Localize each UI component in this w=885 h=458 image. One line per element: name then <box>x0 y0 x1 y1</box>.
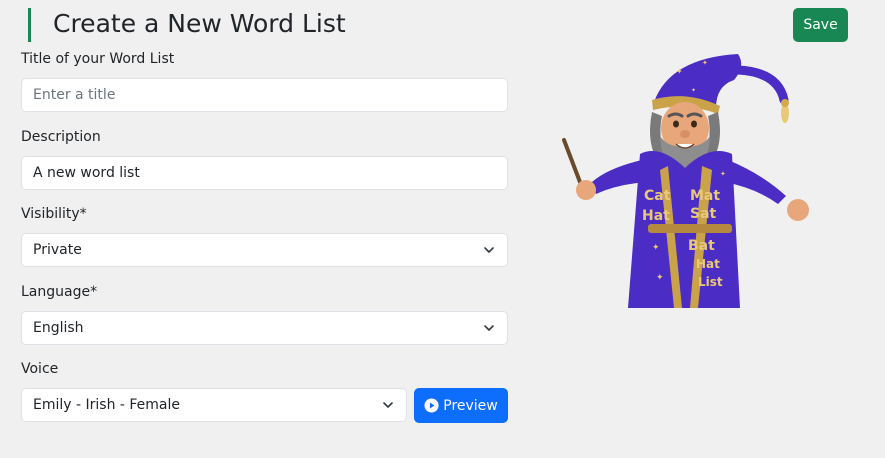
svg-text:✦: ✦ <box>702 59 708 67</box>
visibility-select[interactable]: Private <box>21 233 508 267</box>
description-label: Description <box>21 129 101 145</box>
chevron-down-icon <box>484 247 494 253</box>
page-title: Create a New Word List <box>53 9 346 38</box>
title-label: Title of your Word List <box>21 51 175 67</box>
robe-word: Sat <box>690 206 717 222</box>
play-circle-icon <box>424 398 439 413</box>
wizard-illustration: ✦ ✦ ✦ Cat Mat Hat Sat Bat Hat List ✦ ✦ ✦ <box>562 54 809 308</box>
language-value: English <box>33 320 84 336</box>
preview-button[interactable]: Preview <box>414 388 508 423</box>
language-label: Language* <box>21 284 98 300</box>
robe-word: Hat <box>642 208 670 224</box>
svg-text:✦: ✦ <box>676 67 683 76</box>
language-select[interactable]: English <box>21 311 508 345</box>
robe-word: Hat <box>696 257 720 271</box>
svg-text:✦: ✦ <box>656 273 664 283</box>
robe-word: Mat <box>690 188 720 204</box>
save-button[interactable]: Save <box>793 8 848 42</box>
header-accent-bar <box>28 8 31 42</box>
svg-text:✦: ✦ <box>652 243 660 253</box>
visibility-value: Private <box>33 242 82 258</box>
voice-label: Voice <box>21 361 59 377</box>
chevron-down-icon <box>383 402 393 408</box>
robe-word: List <box>698 275 723 289</box>
preview-label: Preview <box>443 397 498 414</box>
robe-word: Bat <box>688 238 715 254</box>
visibility-label: Visibility* <box>21 206 87 222</box>
description-input[interactable] <box>21 156 508 190</box>
voice-select[interactable]: Emily - Irish - Female <box>21 388 407 422</box>
svg-text:✦: ✦ <box>691 87 696 94</box>
chevron-down-icon <box>484 325 494 331</box>
robe-word: Cat <box>644 188 671 204</box>
title-input[interactable] <box>21 78 508 112</box>
svg-text:✦: ✦ <box>720 170 726 178</box>
voice-value: Emily - Irish - Female <box>33 397 181 413</box>
